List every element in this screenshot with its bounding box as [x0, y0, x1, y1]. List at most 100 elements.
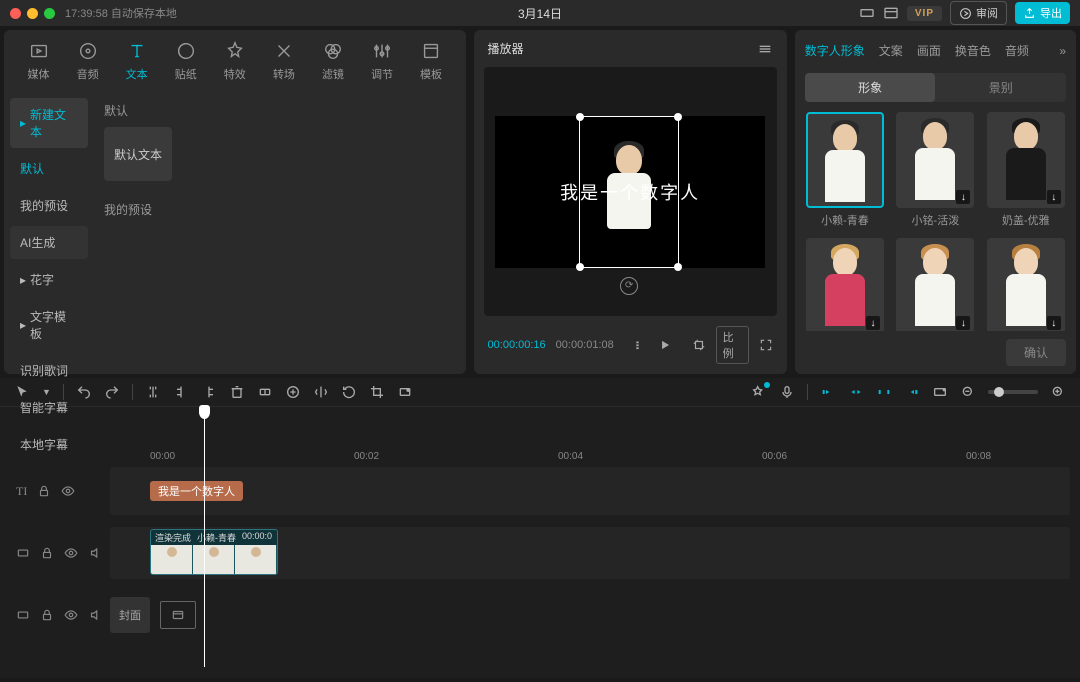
tab-text[interactable]: 文本	[112, 36, 161, 86]
text-clip[interactable]: 我是一个数字人	[150, 481, 243, 501]
eye-icon[interactable]	[64, 608, 78, 622]
tab-frame[interactable]: 画面	[917, 42, 941, 59]
tab-digital-human[interactable]: 数字人形象	[805, 42, 865, 59]
avatar-thumb[interactable]: ↓	[987, 238, 1065, 331]
close-window-icon[interactable]	[10, 8, 21, 19]
more-tabs-icon[interactable]: »	[1059, 44, 1066, 58]
tab-transition[interactable]: 转场	[259, 36, 308, 86]
preview-canvas[interactable]: ⟳ 我是一个数字人	[484, 67, 777, 316]
tab-copy[interactable]: 文案	[879, 42, 903, 59]
tab-adjust[interactable]: 调节	[357, 36, 406, 86]
text-track-body[interactable]: 我是一个数字人	[110, 467, 1070, 515]
sidebar-item-template[interactable]: ▸文字模板	[10, 300, 88, 350]
playhead[interactable]	[204, 407, 205, 667]
avatar-thumb[interactable]	[806, 112, 884, 208]
download-icon[interactable]: ↓	[956, 190, 970, 204]
tab-audio[interactable]: 音频	[63, 36, 112, 86]
magic-tool-icon[interactable]	[751, 384, 767, 400]
maximize-window-icon[interactable]	[44, 8, 55, 19]
sidebar-item-ai[interactable]: AI生成	[10, 226, 88, 259]
tab-audio[interactable]: 音频	[1005, 42, 1029, 59]
mute-icon[interactable]	[88, 608, 102, 622]
minimize-window-icon[interactable]	[27, 8, 38, 19]
fullscreen-icon[interactable]	[759, 337, 773, 353]
resize-handle-tr[interactable]	[674, 113, 682, 121]
seg-tab-scene[interactable]: 景别	[935, 73, 1066, 102]
tab-effect[interactable]: 特效	[210, 36, 259, 86]
cut-left-icon[interactable]	[173, 384, 189, 400]
menu-icon[interactable]	[757, 41, 773, 57]
zoom-out-icon[interactable]	[960, 384, 976, 400]
export-button[interactable]: 导出	[1015, 2, 1070, 24]
tab-sticker[interactable]: 贴纸	[161, 36, 210, 86]
tab-template[interactable]: 模板	[407, 36, 456, 86]
snap-both-icon[interactable]	[876, 384, 892, 400]
video-clip[interactable]: 渲染完成 小赖-青春 00:00:0	[150, 529, 278, 575]
seg-tab-image[interactable]: 形象	[805, 73, 936, 102]
sidebar-item-default[interactable]: 默认	[10, 152, 88, 185]
sidebar-new-text[interactable]: ▸新建文本	[10, 98, 88, 148]
snap-left-icon[interactable]	[820, 384, 836, 400]
download-icon[interactable]: ↓	[1047, 190, 1061, 204]
default-text-preset[interactable]: 默认文本	[104, 127, 172, 181]
zoom-in-icon[interactable]	[1050, 384, 1066, 400]
snap-right-icon[interactable]	[904, 384, 920, 400]
mirror-icon[interactable]	[313, 384, 329, 400]
overlay-text[interactable]: 我是一个数字人	[560, 179, 700, 205]
mic-icon[interactable]	[779, 384, 795, 400]
sidebar-item-lyrics[interactable]: 识别歌词	[10, 354, 88, 387]
ratio-button[interactable]: 比例	[716, 326, 749, 364]
list-view-icon[interactable]	[634, 337, 648, 353]
zoom-slider[interactable]	[988, 390, 1038, 394]
delete-icon[interactable]	[229, 384, 245, 400]
keyboard-icon[interactable]	[859, 5, 875, 21]
eye-icon[interactable]	[61, 484, 75, 498]
smart-tool-icon[interactable]	[397, 384, 413, 400]
review-button[interactable]: 审阅	[950, 1, 1007, 25]
eye-icon[interactable]	[64, 546, 78, 560]
tab-media[interactable]: 媒体	[14, 36, 63, 86]
avatar-thumb[interactable]: ↓	[896, 112, 974, 208]
redo-icon[interactable]	[104, 384, 120, 400]
undo-icon[interactable]	[76, 384, 92, 400]
tab-filter[interactable]: 滤镜	[308, 36, 357, 86]
tracks-area: 00:00 00:02 00:04 00:06 00:08 TI 我是一个数字人	[0, 407, 1080, 639]
play-icon[interactable]	[658, 337, 672, 353]
rotate-handle[interactable]: ⟳	[620, 277, 638, 295]
lock-icon[interactable]	[37, 484, 51, 498]
mute-icon[interactable]	[88, 546, 102, 560]
preview-toggle-icon[interactable]	[932, 384, 948, 400]
rotate-icon[interactable]	[341, 384, 357, 400]
main-track-body[interactable]	[198, 591, 1070, 639]
download-icon[interactable]: ↓	[1047, 316, 1061, 330]
avatar-thumb[interactable]: ↓	[806, 238, 884, 331]
resize-handle-tl[interactable]	[576, 113, 584, 121]
sidebar-item-presets[interactable]: 我的预设	[10, 189, 88, 222]
freeze-icon[interactable]	[285, 384, 301, 400]
snap-center-icon[interactable]	[848, 384, 864, 400]
split-icon[interactable]	[145, 384, 161, 400]
cut-right-icon[interactable]	[201, 384, 217, 400]
lock-icon[interactable]	[40, 546, 54, 560]
avatar-thumb[interactable]: ↓	[896, 238, 974, 331]
avatar-thumb[interactable]: ↓	[987, 112, 1065, 208]
select-dropdown[interactable]: ▼	[42, 387, 51, 397]
film-icon[interactable]	[160, 601, 196, 629]
time-ruler[interactable]: 00:00 00:02 00:04 00:06 00:08	[0, 447, 1080, 467]
cut-icon[interactable]	[257, 384, 273, 400]
layout-icon[interactable]	[883, 5, 899, 21]
cover-cell[interactable]: 封面	[110, 597, 150, 633]
vip-badge[interactable]: VIP	[907, 6, 942, 21]
crop-tool-icon[interactable]	[369, 384, 385, 400]
resize-handle-br[interactable]	[674, 263, 682, 271]
sidebar-item-fancy[interactable]: ▸花字	[10, 263, 88, 296]
download-icon[interactable]: ↓	[866, 316, 880, 330]
confirm-button[interactable]: 确认	[1006, 339, 1066, 366]
crop-icon[interactable]	[692, 337, 706, 353]
video-track-body[interactable]: 渲染完成 小赖-青春 00:00:0	[110, 527, 1070, 579]
resize-handle-bl[interactable]	[576, 263, 584, 271]
download-icon[interactable]: ↓	[956, 316, 970, 330]
tab-voice[interactable]: 换音色	[955, 42, 991, 59]
select-tool[interactable]	[14, 384, 30, 400]
lock-icon[interactable]	[40, 608, 54, 622]
